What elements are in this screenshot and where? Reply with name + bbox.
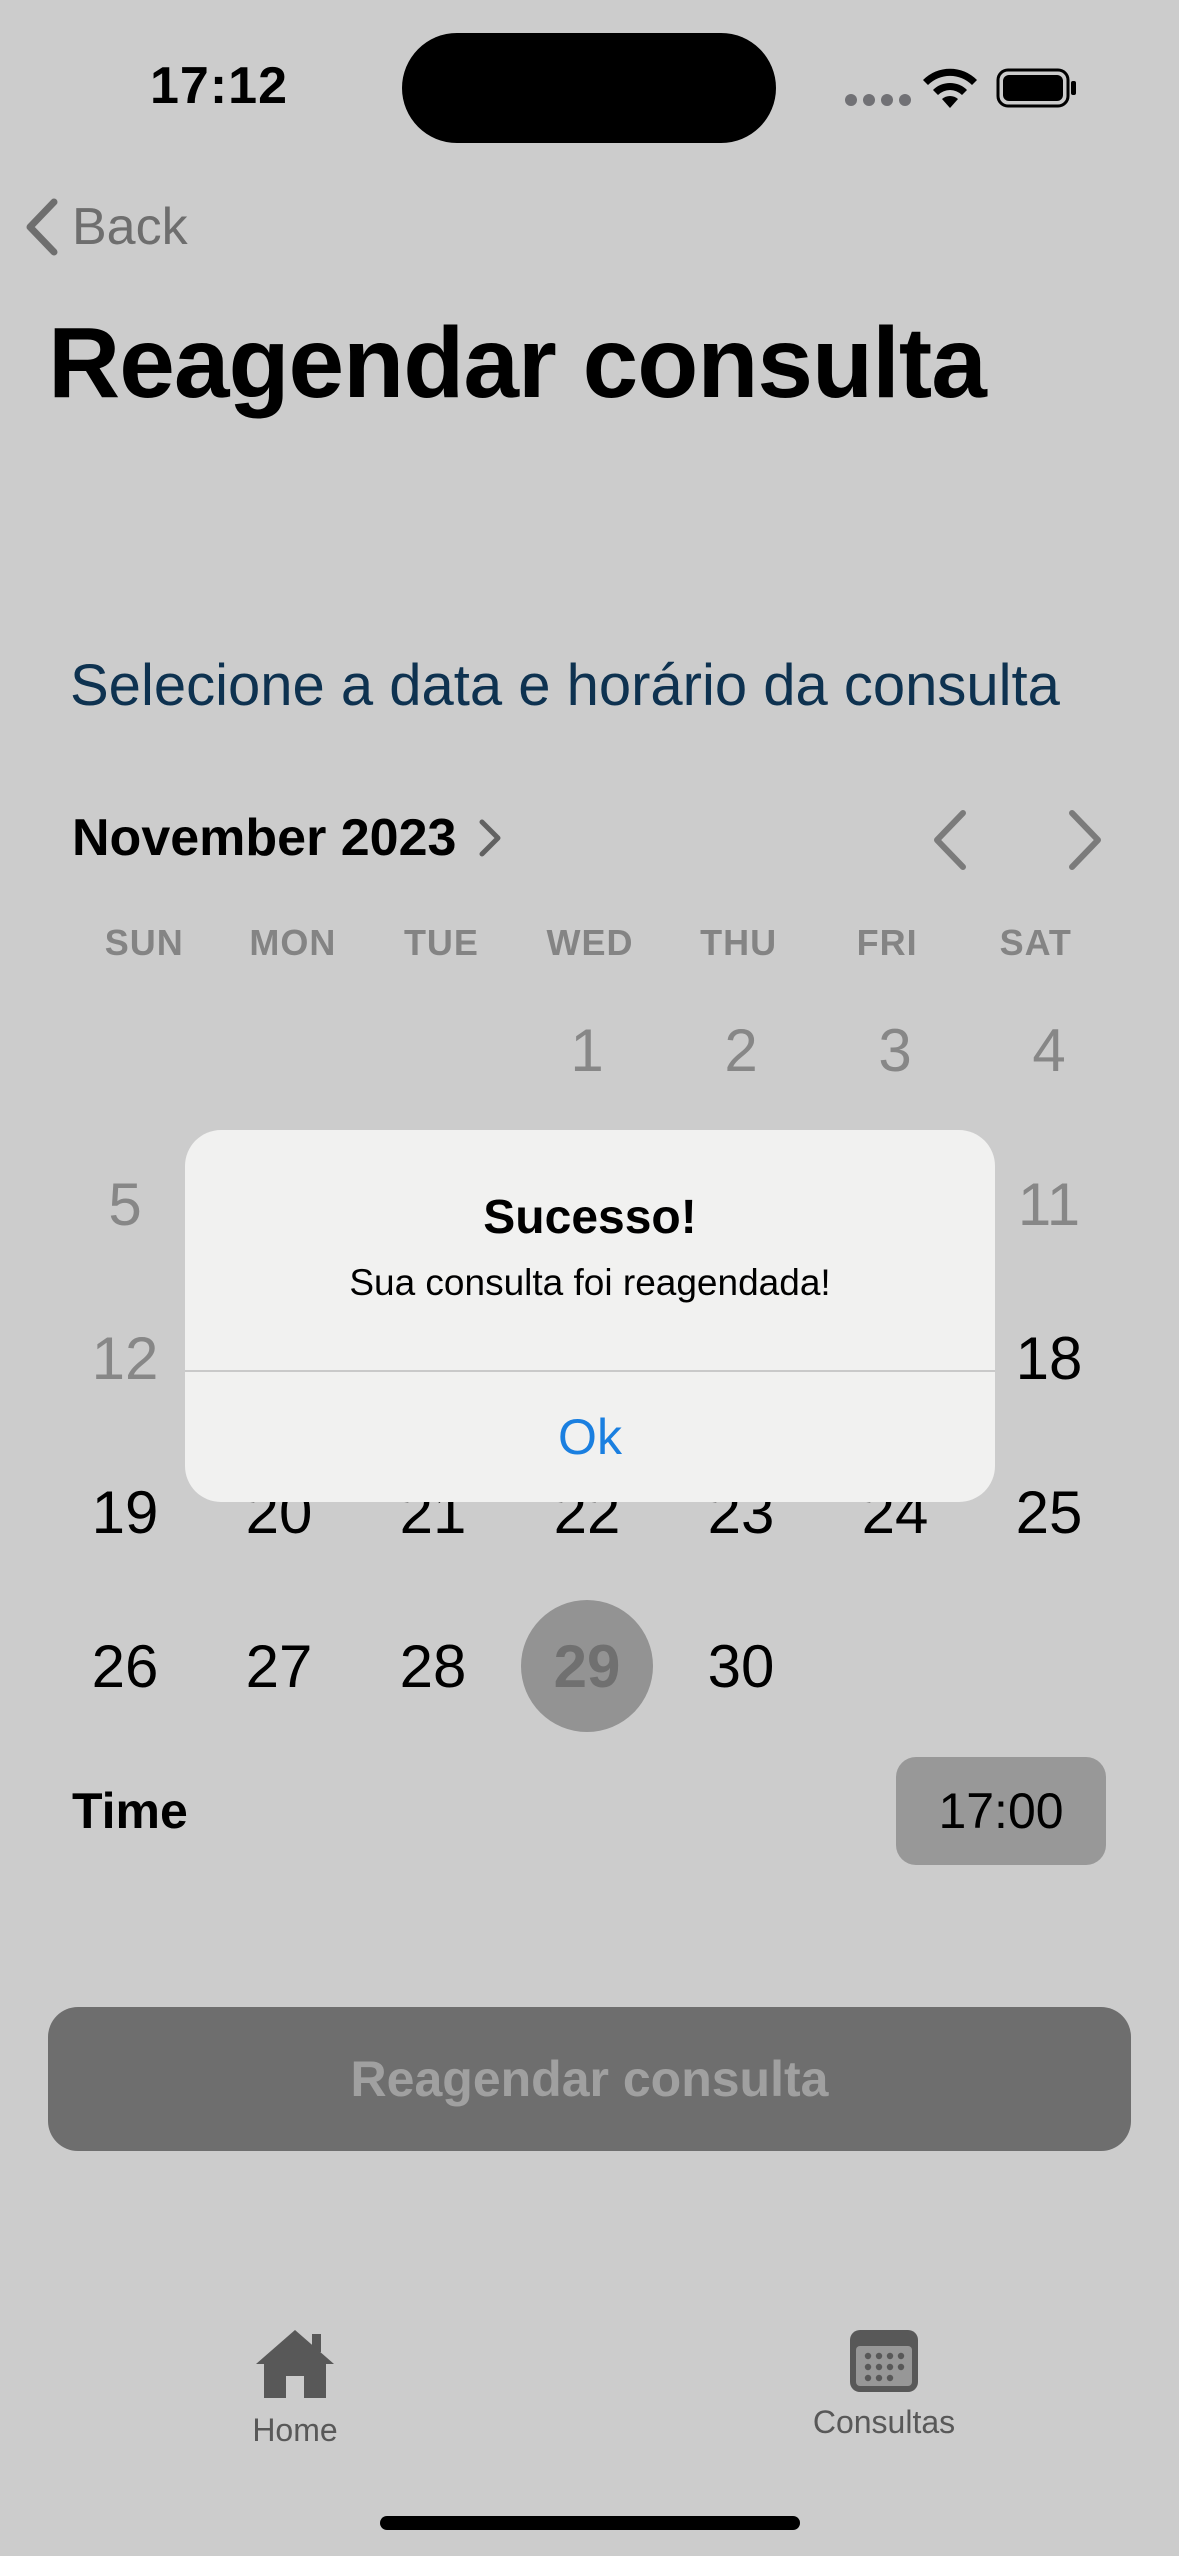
success-alert: Sucesso! Sua consulta foi reagendada! Ok — [185, 1130, 995, 1502]
screen: 17:12 Back Reagendar consulta Selecione … — [0, 0, 1179, 2556]
alert-title: Sucesso! — [483, 1191, 697, 1244]
home-indicator — [380, 2516, 800, 2530]
alert-ok-button[interactable]: Ok — [185, 1372, 995, 1502]
alert-message: Sua consulta foi reagendada! — [349, 1262, 831, 1303]
